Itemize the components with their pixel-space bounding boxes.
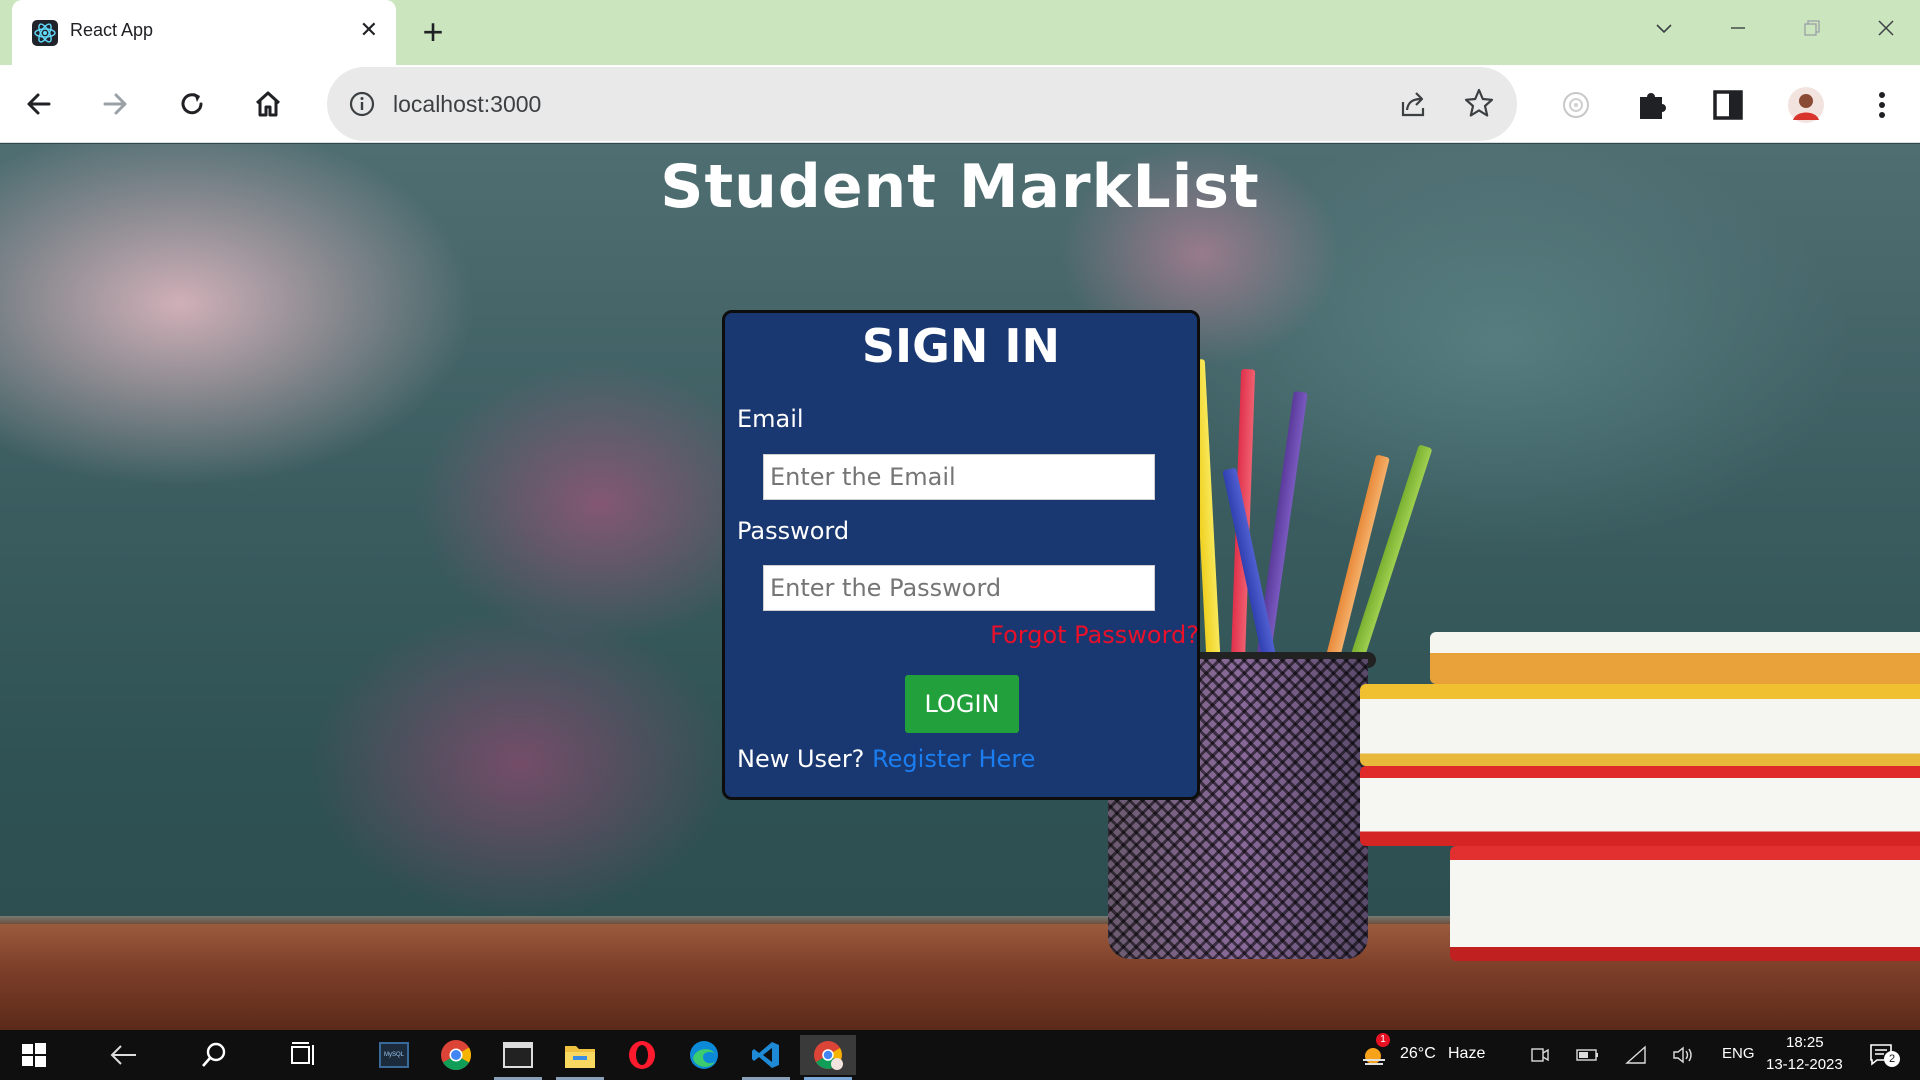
volume-icon[interactable] xyxy=(1668,1035,1700,1075)
kebab-menu-icon[interactable] xyxy=(1862,85,1902,125)
share-icon[interactable] xyxy=(1395,86,1431,122)
task-view-icon[interactable] xyxy=(276,1035,332,1075)
restore-icon[interactable] xyxy=(1792,12,1832,52)
file-explorer-icon[interactable] xyxy=(552,1035,608,1080)
react-icon xyxy=(32,20,58,46)
extension-generic-icon[interactable] xyxy=(1556,85,1596,125)
email-label: Email xyxy=(737,405,804,433)
minimize-icon[interactable] xyxy=(1718,12,1758,52)
window-close-icon[interactable] xyxy=(1866,12,1906,52)
battery-icon[interactable] xyxy=(1572,1035,1604,1075)
back-arrow-icon[interactable] xyxy=(96,1035,152,1075)
url-text[interactable]: localhost:3000 xyxy=(393,91,541,118)
register-link[interactable]: Register Here xyxy=(872,745,1035,773)
notification-count: 2 xyxy=(1884,1051,1900,1067)
signin-card: SIGN IN Email Enter the Email Password E… xyxy=(722,310,1200,800)
search-icon[interactable] xyxy=(186,1035,242,1075)
home-icon[interactable] xyxy=(247,83,289,125)
email-field[interactable]: Enter the Email xyxy=(763,454,1155,500)
book-second xyxy=(1360,684,1920,766)
chrome-icon[interactable] xyxy=(428,1035,484,1075)
book-third xyxy=(1360,766,1920,846)
clock-date[interactable]: 13-12-2023 xyxy=(1766,1056,1843,1073)
weather-icon[interactable]: 1 xyxy=(1354,1033,1394,1075)
signin-heading: SIGN IN xyxy=(861,319,1061,373)
windows-taskbar: MySQL 1 26°C Haze ENG 18:25 13-12-2023 2 xyxy=(0,1030,1920,1080)
wifi-icon[interactable] xyxy=(1620,1035,1652,1075)
tab-title: React App xyxy=(70,20,154,40)
page-viewport: Student MarkList SIGN IN Email Enter the… xyxy=(0,144,1920,1030)
meet-now-icon[interactable] xyxy=(1524,1035,1556,1075)
browser-tab[interactable]: React App ✕ xyxy=(12,0,396,65)
plus-icon[interactable]: + xyxy=(416,12,450,52)
weather-temp[interactable]: 26°C xyxy=(1400,1045,1436,1063)
profile-avatar[interactable] xyxy=(1786,85,1826,125)
password-label: Password xyxy=(737,517,850,545)
terminal-icon[interactable] xyxy=(490,1035,546,1080)
password-field[interactable]: Enter the Password xyxy=(763,565,1155,611)
mysql-label: MySQL xyxy=(383,1052,404,1058)
browser-toolbar: localhost:3000 xyxy=(0,65,1920,143)
new-user-text: New User? xyxy=(737,745,865,773)
vscode-icon[interactable] xyxy=(738,1035,794,1080)
side-panel-icon[interactable] xyxy=(1708,85,1748,125)
clock-time[interactable]: 18:25 xyxy=(1786,1034,1824,1051)
reload-icon[interactable] xyxy=(171,83,213,125)
language-indicator[interactable]: ENG xyxy=(1722,1045,1755,1062)
book-top xyxy=(1430,632,1920,684)
close-icon[interactable]: ✕ xyxy=(360,18,378,44)
forgot-password-link[interactable]: Forgot Password? xyxy=(990,621,1199,649)
windows-start-icon[interactable] xyxy=(6,1035,62,1075)
new-user-row: New User? Register Here xyxy=(737,745,1035,773)
login-button[interactable]: LOGIN xyxy=(905,675,1019,733)
star-icon[interactable] xyxy=(1461,85,1497,121)
book-bottom xyxy=(1450,846,1920,961)
edge-icon[interactable] xyxy=(676,1035,732,1075)
tab-strip: React App ✕ + xyxy=(0,0,1920,65)
mysql-workbench-icon[interactable]: MySQL xyxy=(366,1035,422,1075)
forward-icon[interactable] xyxy=(94,83,136,125)
weather-desc[interactable]: Haze xyxy=(1448,1045,1485,1063)
chevron-down-icon[interactable] xyxy=(1644,12,1684,52)
puzzle-icon[interactable] xyxy=(1632,85,1672,125)
page-title: Student MarkList xyxy=(660,152,1260,222)
chrome-profile-icon[interactable] xyxy=(800,1035,856,1080)
weather-badge: 1 xyxy=(1376,1033,1390,1047)
opera-icon[interactable] xyxy=(614,1035,670,1075)
address-bar[interactable]: localhost:3000 xyxy=(327,67,1517,141)
back-icon[interactable] xyxy=(18,83,60,125)
info-icon[interactable] xyxy=(347,89,377,119)
notification-icon[interactable]: 2 xyxy=(1862,1035,1902,1075)
